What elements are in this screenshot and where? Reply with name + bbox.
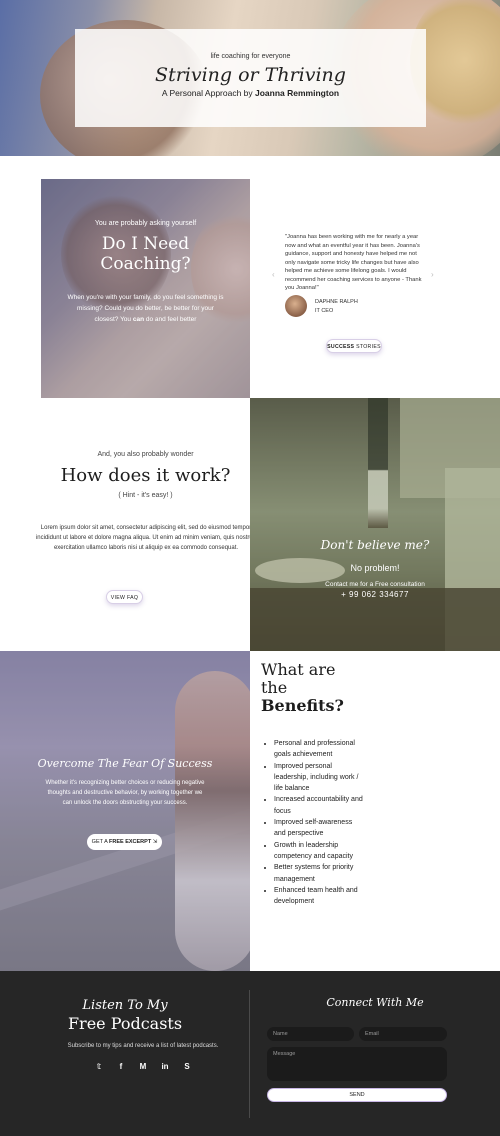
coaching-body-suffix: do and feel better — [144, 316, 197, 323]
connect-heading: Connect With Me — [326, 996, 424, 1009]
benefits-title-line2: the — [261, 678, 288, 697]
message-field[interactable] — [267, 1047, 447, 1081]
testimonial-next-arrow[interactable]: › — [431, 270, 434, 279]
free-excerpt-bold: FREE EXCERPT — [109, 839, 152, 845]
hero-subtitle-prefix: A Personal Approach by — [161, 88, 256, 98]
testimonial-quote: "Joanna has been working with me for nea… — [285, 234, 422, 291]
kitchen-title: Don't believe me? — [320, 538, 430, 552]
avatar — [285, 295, 307, 317]
list-item: Personal and professional goals achievem… — [274, 738, 364, 761]
benefits-title: What are the Benefits? — [261, 661, 344, 715]
podcasts-heading-line1: Listen To My — [82, 998, 168, 1013]
coaching-image: You are probably asking yourself Do I Ne… — [41, 179, 250, 398]
success-stories-bold: SUCCESS — [327, 344, 355, 350]
coaching-title-line1: Do I Need — [101, 234, 190, 254]
name-field[interactable] — [267, 1027, 354, 1041]
coaching-small-text: You are probably asking yourself — [94, 220, 197, 227]
list-item: Improved personal leadership, including … — [274, 761, 364, 795]
yoga-image — [0, 651, 250, 971]
linkedin-icon[interactable]: in — [159, 1061, 171, 1073]
coaching-title: Do I Need Coaching? — [41, 234, 250, 274]
how-body: Lorem ipsum dolor sit amet, consectetur … — [35, 525, 257, 551]
fear-title: Overcome The Fear Of Success — [37, 757, 213, 770]
testimonial-prev-arrow[interactable]: ‹ — [272, 270, 275, 279]
kitchen-phone[interactable]: + 99 062 334677 — [250, 590, 500, 599]
how-title: How does it work? — [60, 465, 231, 486]
list-item: Enhanced team health and development — [274, 885, 364, 908]
benefits-title-line3: Benefits? — [261, 697, 344, 715]
benefits-list: Personal and professional goals achievem… — [274, 738, 364, 907]
hero-subtitle-name: Joanna Remmington — [255, 88, 340, 98]
how-small-text: And, you also probably wonder — [97, 451, 194, 458]
fear-body: Whether it's recognizing better choices … — [45, 780, 205, 806]
send-button[interactable]: SEND — [267, 1088, 447, 1102]
coaching-overlay — [41, 179, 250, 398]
kitchen-image — [250, 398, 500, 651]
how-hint: ( Hint - it's easy! ) — [118, 492, 173, 499]
free-excerpt-prefix: GET A — [91, 839, 109, 845]
view-faq-button[interactable]: VIEW FAQ — [106, 590, 143, 604]
kitchen-contact-text: Contact me for a Free consultation — [325, 581, 425, 588]
list-item: Growth in leadership competency and capa… — [274, 840, 364, 863]
benefits-title-line1: What are — [261, 660, 336, 679]
kitchen-overlay — [250, 398, 500, 651]
skype-icon[interactable]: S — [181, 1061, 193, 1073]
coaching-body: When you're with your family, do you fee… — [41, 292, 250, 325]
hero-subtitle: A Personal Approach by Joanna Remmington — [75, 88, 426, 98]
benefits-title-bold: Benefits? — [261, 696, 344, 715]
list-item: Increased accountability and focus — [274, 794, 364, 817]
podcasts-heading-line2: Free Podcasts — [67, 1014, 183, 1033]
hero-banner: life coaching for everyone Striving or T… — [0, 0, 500, 156]
yoga-overlay — [0, 651, 250, 971]
free-excerpt-button[interactable]: GET A FREE EXCERPT ⇲ — [87, 834, 162, 850]
list-item: Improved self-awareness and perspective — [274, 817, 364, 840]
testimonial-author-name: DAPHNE RALPH — [315, 299, 358, 305]
testimonial-author-role: IT CEO — [315, 308, 334, 314]
hero-card: life coaching for everyone Striving or T… — [75, 29, 426, 127]
coaching-body-bold: can — [132, 316, 145, 323]
coaching-title-line2: Coaching? — [100, 254, 191, 274]
podcasts-subscribe-text: Subscribe to my tips and receive a list … — [67, 1043, 219, 1049]
facebook-icon[interactable]: f — [115, 1061, 127, 1073]
email-field[interactable] — [359, 1027, 447, 1041]
testimonial-author: DAPHNE RALPH IT CEO — [315, 298, 358, 316]
medium-icon[interactable]: M — [137, 1061, 149, 1073]
twitter-icon[interactable]: 𝕥 — [93, 1061, 105, 1073]
success-stories-rest: STORIES — [354, 344, 381, 350]
success-stories-button[interactable]: SUCCESS STORIES — [326, 339, 382, 353]
hero-title: Striving or Thriving — [155, 64, 346, 86]
kitchen-subtitle: No problem! — [350, 563, 400, 573]
hero-tagline: life coaching for everyone — [210, 53, 291, 60]
download-icon: ⇲ — [152, 839, 158, 845]
list-item: Better systems for priority management — [274, 862, 364, 885]
